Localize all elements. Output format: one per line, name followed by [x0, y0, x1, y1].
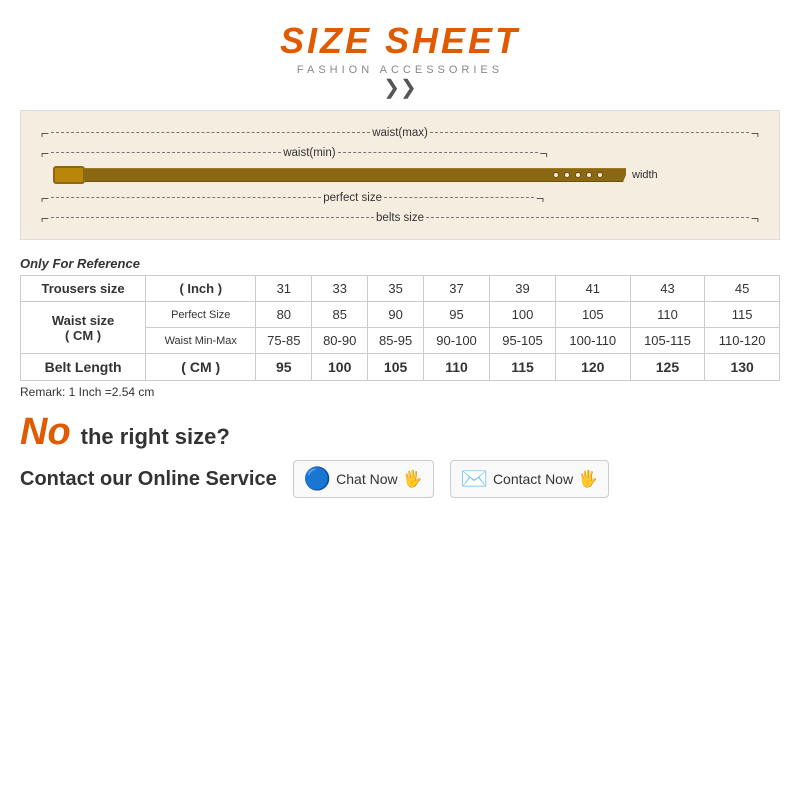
- belts-size-row: ⌐ belts size ¬: [41, 208, 759, 227]
- perfect-size-label: perfect size: [323, 192, 382, 204]
- hand2-icon: 🖐: [578, 469, 598, 489]
- subtitle: FASHION ACCESSORIES: [20, 64, 780, 76]
- pv-4: 100: [490, 302, 556, 328]
- bl-2: 105: [368, 354, 424, 381]
- pv-0: 80: [256, 302, 312, 328]
- perfect-size-sublabel: Perfect Size: [146, 302, 256, 328]
- col-35: 35: [368, 276, 424, 302]
- remark-text: Remark: 1 Inch =2.54 cm: [20, 385, 780, 399]
- pv-1: 85: [312, 302, 368, 328]
- col-39: 39: [490, 276, 556, 302]
- wm-4: 95-105: [490, 328, 556, 354]
- pv-2: 90: [368, 302, 424, 328]
- chat-emoji-icon: 🔵: [304, 466, 331, 492]
- size-table: Trousers size ( Inch ) 31 33 35 37 39 41…: [20, 275, 780, 381]
- belt-buckle-icon: [53, 166, 85, 184]
- reference-label: Only For Reference: [20, 256, 780, 271]
- table-header-row: Trousers size ( Inch ) 31 33 35 37 39 41…: [21, 276, 780, 302]
- waist-minmax-sublabel: Waist Min-Max: [146, 328, 256, 354]
- chat-now-label: Chat Now: [336, 471, 397, 487]
- mail-emoji-icon: ✉️: [461, 466, 488, 492]
- chevron-icon: ❯❯: [20, 78, 780, 98]
- col-33: 33: [312, 276, 368, 302]
- belt-length-row: Belt Length ( CM ) 95 100 105 110 115 12…: [21, 354, 780, 381]
- col-41: 41: [555, 276, 630, 302]
- no-size-question: the right size?: [81, 424, 230, 450]
- bl-7: 130: [705, 354, 780, 381]
- wm-6: 105-115: [630, 328, 705, 354]
- header-section: SIZE SHEET FASHION ACCESSORIES ❯❯: [20, 20, 780, 98]
- width-label: width: [632, 169, 658, 181]
- belt-holes: [545, 168, 611, 182]
- wm-5: 100-110: [555, 328, 630, 354]
- bl-6: 125: [630, 354, 705, 381]
- no-size-question-line: No the right size?: [20, 411, 780, 454]
- wm-2: 85-95: [368, 328, 424, 354]
- contact-line: Contact our Online Service 🔵 Chat Now 🖐 …: [20, 460, 780, 498]
- wm-7: 110-120: [705, 328, 780, 354]
- contact-text: Contact our Online Service: [20, 468, 277, 491]
- belt-diagram: ⌐ waist(max) ¬ ⌐ waist(min) ¬: [20, 110, 780, 240]
- inch-header: ( Inch ): [146, 276, 256, 302]
- col-45: 45: [705, 276, 780, 302]
- wm-0: 75-85: [256, 328, 312, 354]
- pv-5: 105: [555, 302, 630, 328]
- waist-max-row: ⌐ waist(max) ¬: [41, 123, 759, 142]
- bl-3: 110: [424, 354, 490, 381]
- bl-1: 100: [312, 354, 368, 381]
- bl-5: 120: [555, 354, 630, 381]
- no-text: No: [20, 411, 71, 454]
- contact-now-label: Contact Now: [493, 471, 573, 487]
- hand-icon: 🖐: [403, 469, 423, 489]
- contact-now-button[interactable]: ✉️ Contact Now 🖐: [450, 460, 609, 498]
- bl-4: 115: [490, 354, 556, 381]
- chat-now-button[interactable]: 🔵 Chat Now 🖐: [293, 460, 434, 498]
- pv-7: 115: [705, 302, 780, 328]
- bl-0: 95: [256, 354, 312, 381]
- belts-size-label: belts size: [376, 212, 424, 224]
- wm-1: 80-90: [312, 328, 368, 354]
- table-section: Only For Reference Trousers size ( Inch …: [20, 248, 780, 405]
- pv-6: 110: [630, 302, 705, 328]
- page-title: SIZE SHEET: [20, 20, 780, 62]
- col-43: 43: [630, 276, 705, 302]
- waist-min-row: ⌐ waist(min) ¬: [41, 143, 759, 162]
- col-37: 37: [424, 276, 490, 302]
- wm-3: 90-100: [424, 328, 490, 354]
- cta-section: No the right size? Contact our Online Se…: [20, 411, 780, 498]
- waist-max-label: waist(max): [372, 127, 428, 139]
- belt-visual: width: [41, 165, 759, 185]
- trousers-size-header: Trousers size: [21, 276, 146, 302]
- perfect-size-row: ⌐ perfect size ¬: [41, 188, 759, 207]
- perfect-size-row: Waist size ( CM ) Perfect Size 80 85 90 …: [21, 302, 780, 328]
- belt-length-cm-label: ( CM ): [146, 354, 256, 381]
- waist-size-cell: Waist size ( CM ): [21, 302, 146, 354]
- waist-min-label: waist(min): [283, 147, 335, 159]
- pv-3: 95: [424, 302, 490, 328]
- belt-length-label: Belt Length: [21, 354, 146, 381]
- col-31: 31: [256, 276, 312, 302]
